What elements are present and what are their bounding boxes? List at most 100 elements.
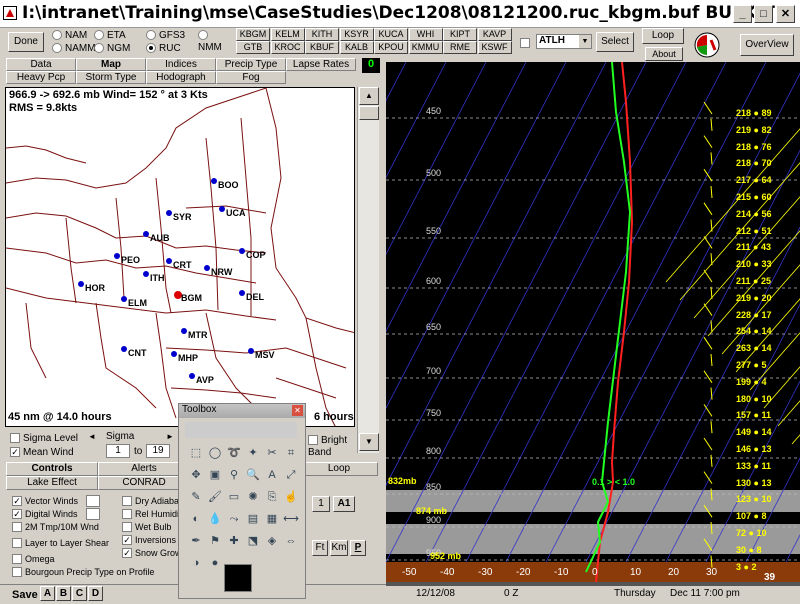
checkbox[interactable]	[122, 522, 132, 533]
model-radio-gfs3[interactable]: GFS3	[146, 29, 185, 41]
crop-icon[interactable]: ⌗	[280, 442, 302, 464]
option-bourgoun-precip-type-on-profile[interactable]: Bourgoun Precip Type on Profile	[12, 566, 154, 578]
model-radio-namm[interactable]: NAMM	[52, 42, 96, 54]
toolbox-titlebar[interactable]: Toolbox ✕	[179, 404, 305, 418]
station-button-kalb[interactable]: KALB	[339, 41, 374, 54]
about-button[interactable]: About	[645, 47, 683, 61]
model-radio-ruc[interactable]: RUC	[146, 42, 181, 54]
site-select[interactable]: ATLH ▼	[536, 34, 592, 49]
measure-icon[interactable]: ⟷	[280, 508, 302, 530]
tab-loop[interactable]: Loop	[300, 462, 378, 476]
tab-conrad[interactable]: CONRAD	[98, 476, 190, 490]
skewt-panel[interactable]: 450 500 550 600 650 700 750 800 850 900 950 218 ● 8…	[386, 62, 800, 582]
option-omega[interactable]: Omega	[12, 553, 55, 565]
station-button-kuca[interactable]: KUCA	[374, 28, 408, 41]
digital-color-swatch[interactable]	[86, 508, 100, 520]
smudge-icon[interactable]: ☝	[280, 486, 302, 508]
scroll-down-button[interactable]: ▼	[359, 433, 379, 451]
radio[interactable]	[94, 43, 104, 54]
option-digital-winds[interactable]: ✓ Digital Winds	[12, 508, 78, 520]
option-dry-adiabat[interactable]: Dry Adiabat	[122, 495, 182, 507]
toolbox-close-icon[interactable]: ✕	[292, 405, 303, 416]
station-dot-crt[interactable]	[166, 258, 172, 264]
overview-button[interactable]: OverView	[740, 34, 794, 56]
tab-storm-type[interactable]: Storm Type	[76, 71, 146, 84]
tab-precip-type[interactable]: Precip Type	[216, 58, 286, 71]
sigma-to-field[interactable]: 19	[146, 444, 170, 458]
site-checkbox[interactable]	[520, 37, 533, 49]
station-button-kelm[interactable]: KELM	[270, 28, 305, 41]
tab-fog[interactable]: Fog	[216, 71, 286, 84]
tab-lake-effect[interactable]: Lake Effect	[6, 476, 98, 490]
model-radio-ngm[interactable]: NGM	[94, 42, 130, 54]
model-radio-nmm[interactable]: NMM	[198, 29, 230, 53]
tab-map[interactable]: Map	[76, 58, 146, 71]
checkbox[interactable]: ✓	[10, 447, 20, 458]
save-slot-a[interactable]: A	[40, 586, 55, 601]
tab-lapse-rates[interactable]: Lapse Rates	[286, 58, 356, 71]
station-button-kipt[interactable]: KIPT	[443, 28, 477, 41]
option-2m-tmp-10m-wnd[interactable]: 2M Tmp/10M Wnd	[12, 521, 99, 533]
checkbox[interactable]: ✓	[122, 535, 132, 546]
spin-left-icon[interactable]: ◄	[88, 432, 96, 441]
station-button-ksyr[interactable]: KSYR	[339, 28, 374, 41]
tab-alerts[interactable]: Alerts	[98, 462, 190, 476]
map-panel[interactable]: 966.9 -> 692.6 mb Wind= 152 ° at 3 Kts R…	[5, 87, 355, 427]
sigma-level-check[interactable]: Sigma Level	[10, 432, 78, 444]
station-dot-cop[interactable]	[239, 248, 245, 254]
bomb-icon[interactable]: ●	[204, 552, 226, 574]
station-dot-cnt[interactable]	[121, 346, 127, 352]
option-vector-winds[interactable]: ✓ Vector Winds	[12, 495, 78, 507]
station-button-kavp[interactable]: KAVP	[477, 28, 512, 41]
radio[interactable]	[198, 30, 208, 41]
station-button-kpou[interactable]: KPOU	[374, 41, 408, 54]
station-dot-peo[interactable]	[114, 253, 120, 259]
bright-band-check[interactable]: Bright Band	[308, 434, 354, 458]
model-radio-eta[interactable]: ETA	[94, 29, 126, 41]
radio[interactable]	[52, 30, 62, 41]
station-button-rme[interactable]: RME	[443, 41, 477, 54]
checkbox[interactable]	[122, 509, 132, 520]
option-rel-humidi[interactable]: Rel Humidi	[122, 508, 179, 520]
checkbox[interactable]	[12, 567, 22, 578]
station-dot-aub[interactable]	[143, 231, 149, 237]
station-button-gtb[interactable]: GTB	[236, 41, 270, 54]
map-scrollbar[interactable]: ▲ ▼	[357, 87, 379, 453]
station-dot-avp[interactable]	[189, 373, 195, 379]
station-button-whi[interactable]: WHI	[408, 28, 443, 41]
tab-controls[interactable]: Controls	[6, 462, 98, 476]
station-dot-syr[interactable]	[166, 210, 172, 216]
tab-data[interactable]: Data	[6, 58, 76, 71]
station-dot-boo[interactable]	[211, 178, 217, 184]
radio[interactable]	[146, 30, 156, 41]
loop-button[interactable]: Loop	[642, 28, 684, 44]
radio[interactable]	[146, 43, 156, 54]
save-slot-c[interactable]: C	[72, 586, 87, 601]
station-dot-elm[interactable]	[121, 296, 127, 302]
checkbox[interactable]	[122, 496, 132, 507]
checkbox[interactable]: ✓	[12, 496, 22, 507]
radio[interactable]	[94, 30, 104, 41]
toolbox-window[interactable]: Toolbox ✕ ⬚ ◯ ➰ ✦ ✂ ⌗ ✥ ▣ ⚲ 🔍 A ⤢ ✎ 🖌 ▭ ✺ ⎘ ☝ ◐ 💧 ⤳ ▤ ▦ ⟷ ✒ ⚑ ✚ ⬔ ◈ ⇔…	[178, 403, 306, 599]
option-wet-bulb[interactable]: Wet Bulb	[122, 521, 171, 533]
station-button-kbuf[interactable]: KBUF	[305, 41, 339, 54]
radio[interactable]	[52, 43, 62, 54]
option-snow-grow[interactable]: ✓ Snow Grow	[122, 547, 182, 559]
km-button[interactable]: Km	[330, 540, 348, 556]
station-dot-hor[interactable]	[78, 281, 84, 287]
checkbox[interactable]: ✓	[12, 509, 22, 520]
station-button-kswf[interactable]: KSWF	[477, 41, 512, 54]
spin-right-icon[interactable]: ►	[166, 432, 174, 441]
tab-indices[interactable]: Indices	[146, 58, 216, 71]
station-dot-msv[interactable]	[248, 348, 254, 354]
one-button[interactable]: 1	[312, 496, 330, 512]
transform-icon[interactable]: ⤢	[280, 464, 302, 486]
minimize-button[interactable]: _	[733, 5, 752, 23]
station-button-kmmu[interactable]: KMMU	[408, 41, 443, 54]
close-button[interactable]: ✕	[776, 5, 795, 23]
flip-icon[interactable]: ⇔	[280, 530, 302, 552]
option-inversions[interactable]: ✓ Inversions	[122, 534, 176, 546]
station-button-kroc[interactable]: KROC	[270, 41, 305, 54]
checkbox[interactable]: ✓	[122, 548, 132, 559]
model-radio-nam[interactable]: NAM	[52, 29, 87, 41]
